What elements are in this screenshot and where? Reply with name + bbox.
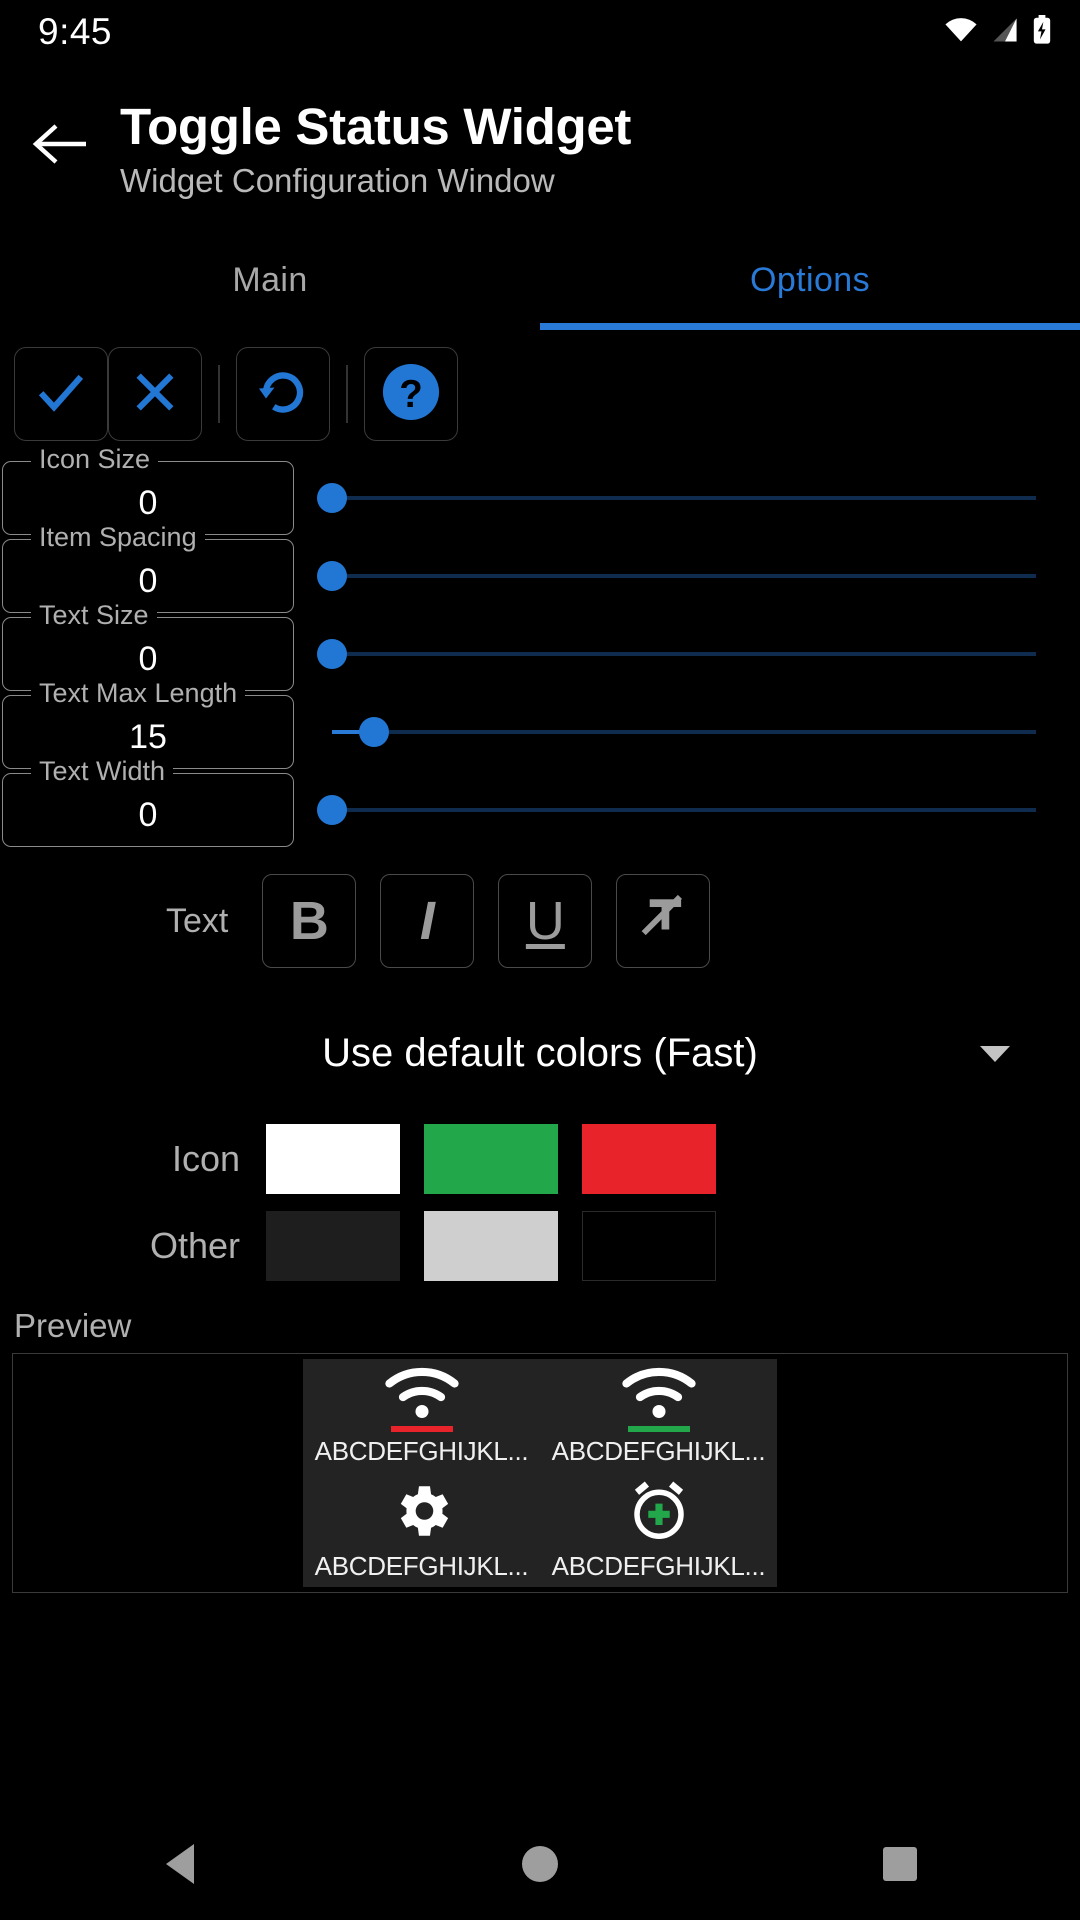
other-color-swatch-2[interactable]	[424, 1210, 558, 1281]
slider-thumb[interactable]	[317, 483, 347, 513]
slider-track	[332, 574, 1036, 578]
close-icon	[127, 364, 183, 425]
bold-button[interactable]: B	[262, 874, 357, 968]
italic-button[interactable]: I	[380, 874, 475, 968]
other-color-swatch-1[interactable]	[266, 1210, 400, 1281]
page-subtitle: Widget Configuration Window	[120, 162, 555, 200]
action-button-row: ?	[0, 330, 1080, 441]
nav-recents-button[interactable]	[840, 1808, 960, 1920]
gear-icon	[389, 1478, 455, 1549]
preview-cell-4: ABCDEFGHIJKL...	[540, 1473, 777, 1587]
settings-rows: Icon Size 0 Item Spacing 0 Text Size 0 T…	[0, 444, 1080, 849]
slider-track	[332, 496, 1036, 500]
icon-color-swatch-3[interactable]	[582, 1123, 716, 1194]
wifi-icon	[944, 17, 978, 48]
preview-label: Preview	[14, 1307, 132, 1344]
reset-button[interactable]	[236, 347, 330, 441]
preview-cell-text: ABCDEFGHIJKL...	[314, 1436, 529, 1466]
nav-home-button[interactable]	[480, 1808, 600, 1920]
preview-cell-text: ABCDEFGHIJKL...	[551, 1436, 766, 1466]
svg-text:?: ?	[399, 372, 423, 415]
color-row-other: Other	[0, 1206, 1080, 1285]
slider-thumb[interactable]	[317, 795, 347, 825]
preview-cell-2: ABCDEFGHIJKL...	[540, 1359, 777, 1473]
alarm-add-icon	[626, 1478, 692, 1549]
text-size-slider[interactable]	[317, 615, 1036, 693]
question-circle-icon: ?	[378, 359, 444, 430]
page-title: Toggle Status Widget	[120, 98, 632, 155]
slider-thumb[interactable]	[359, 717, 390, 747]
preview-widget: ABCDEFGHIJKL... ABCDEFGHIJKL... ABCDEFGH…	[303, 1359, 777, 1587]
text-width-slider[interactable]	[317, 771, 1036, 849]
app-bar: Toggle Status Widget Widget Configuratio…	[0, 64, 1080, 204]
strikethrough-button[interactable]	[616, 874, 711, 968]
item-spacing-label: Item Spacing	[31, 522, 205, 553]
restore-rotate-icon	[253, 362, 313, 427]
preview-cell-text: ABCDEFGHIJKL...	[314, 1551, 529, 1581]
text-max-length-label: Text Max Length	[31, 678, 246, 709]
wifi-icon	[621, 1365, 697, 1426]
icon-size-label: Icon Size	[31, 444, 159, 475]
setting-row-text-width: Text Width 0	[0, 756, 1080, 849]
app-bar-titles: Toggle Status Widget Widget Configuratio…	[120, 86, 631, 199]
status-icons	[944, 14, 1052, 50]
underline-button[interactable]: U	[498, 874, 593, 968]
help-button[interactable]: ?	[364, 347, 458, 441]
icon-size-slider[interactable]	[317, 459, 1036, 537]
button-separator	[202, 364, 236, 424]
color-row-icon-label: Icon	[171, 1137, 240, 1179]
arrow-left-icon	[32, 122, 88, 171]
confirm-button[interactable]	[14, 347, 108, 441]
square-recents-icon	[883, 1847, 917, 1881]
color-mode-selected: Use default colors (Fast)	[322, 1030, 758, 1075]
battery-charging-icon	[1032, 14, 1052, 50]
check-icon	[33, 364, 89, 425]
slider-thumb[interactable]	[317, 639, 347, 669]
chevron-down-icon	[980, 1046, 1010, 1062]
text-size-label: Text Size	[31, 600, 157, 631]
color-row-icon: Icon	[0, 1119, 1080, 1198]
triangle-back-icon	[166, 1844, 194, 1884]
setting-row-item-spacing: Item Spacing 0	[0, 522, 1080, 615]
cell-signal-icon	[990, 17, 1020, 48]
icon-color-swatch-1[interactable]	[266, 1123, 400, 1194]
status-bar: 9:45	[0, 0, 1080, 64]
back-button[interactable]	[0, 86, 120, 206]
cancel-button[interactable]	[108, 347, 202, 441]
text-style-row: Text B I U	[0, 871, 1080, 971]
preview-cell-1: ABCDEFGHIJKL...	[303, 1359, 540, 1473]
text-width-value: 0	[138, 796, 158, 834]
preview-panel: ABCDEFGHIJKL... ABCDEFGHIJKL... ABCDEFGH…	[12, 1353, 1068, 1593]
text-width-field[interactable]: Text Width 0	[2, 756, 294, 847]
text-style-label: Text	[166, 901, 229, 940]
text-max-length-slider[interactable]	[332, 693, 1036, 771]
nav-back-button[interactable]	[120, 1808, 240, 1920]
button-separator	[330, 364, 364, 424]
slider-thumb[interactable]	[317, 561, 347, 591]
color-row-other-label: Other	[149, 1224, 240, 1266]
preview-cell-3: ABCDEFGHIJKL...	[303, 1473, 540, 1587]
tab-options[interactable]: Options	[540, 230, 1080, 330]
slider-track	[332, 808, 1036, 812]
color-mode-dropdown[interactable]: Use default colors (Fast)	[22, 1013, 1058, 1093]
tab-main[interactable]: Main	[0, 230, 540, 330]
icon-color-swatch-2[interactable]	[424, 1123, 558, 1194]
slider-track	[332, 730, 1036, 734]
wifi-icon	[384, 1365, 460, 1426]
other-color-swatch-3[interactable]	[582, 1210, 716, 1281]
preview-cell-text: ABCDEFGHIJKL...	[551, 1551, 766, 1581]
strikethrough-icon	[634, 886, 692, 957]
preview-status-bar	[627, 1426, 690, 1432]
preview-status-bar	[390, 1426, 453, 1432]
slider-track	[332, 652, 1036, 656]
color-swatch-grid: Icon Other	[0, 1119, 1080, 1285]
text-width-label: Text Width	[31, 756, 174, 787]
status-clock: 9:45	[38, 11, 113, 52]
circle-home-icon	[522, 1846, 558, 1882]
system-navigation-bar	[0, 1808, 1080, 1920]
item-spacing-slider[interactable]	[317, 537, 1036, 615]
tab-bar: Main Options	[0, 230, 1080, 330]
